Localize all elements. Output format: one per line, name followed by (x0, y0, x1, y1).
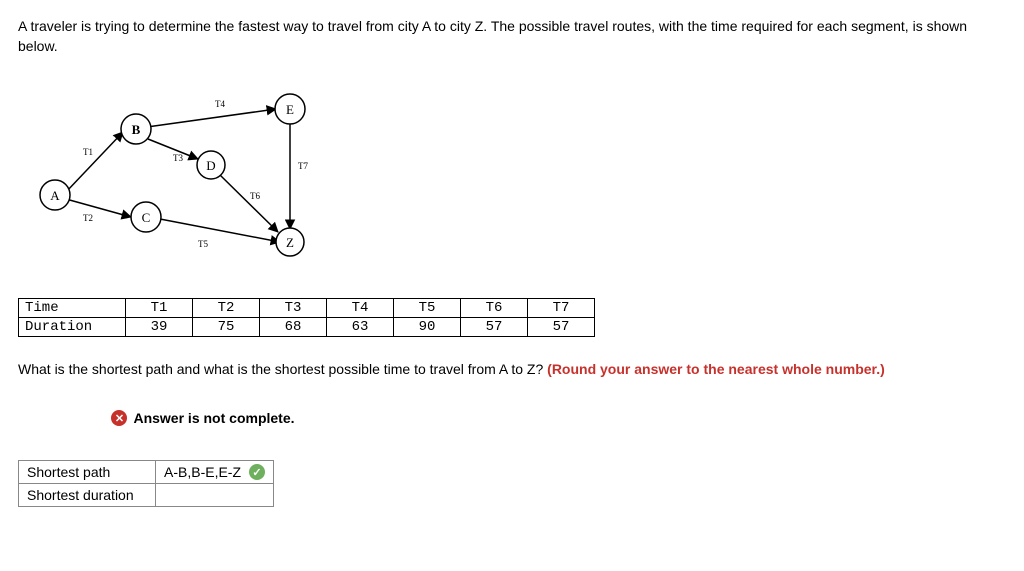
table-row: Shortest path A-B,B-E,E-Z ✓ (19, 461, 274, 484)
feedback-text: Answer is not complete. (133, 410, 294, 426)
rounding-hint: (Round your answer to the nearest whole … (547, 361, 885, 377)
svg-text:T7: T7 (298, 161, 308, 171)
duration-table: Time T1 T2 T3 T4 T5 T6 T7 Duration 39 75… (18, 298, 595, 337)
svg-text:T1: T1 (83, 147, 93, 157)
table-row: Time T1 T2 T3 T4 T5 T6 T7 (19, 298, 595, 317)
svg-text:A: A (50, 188, 60, 203)
shortest-path-cell[interactable]: A-B,B-E,E-Z ✓ (156, 461, 274, 484)
duration-row-label: Duration (19, 317, 126, 336)
shortest-path-label: Shortest path (19, 461, 156, 484)
shortest-path-value: A-B,B-E,E-Z (164, 464, 241, 480)
error-icon: ✕ (111, 410, 127, 426)
question-2-text: What is the shortest path and what is th… (18, 361, 547, 377)
shortest-duration-label: Shortest duration (19, 484, 156, 507)
svg-text:T3: T3 (173, 153, 183, 163)
svg-text:D: D (206, 158, 215, 173)
table-row: Duration 39 75 68 63 90 57 57 (19, 317, 595, 336)
shortest-duration-cell[interactable] (156, 484, 274, 507)
route-graph: A B C D E Z T1 T2 T3 T4 T5 T6 T7 (28, 87, 1006, 270)
svg-text:B: B (132, 122, 141, 137)
feedback-bar: ✕ Answer is not complete. (18, 403, 388, 433)
svg-text:Z: Z (286, 235, 294, 250)
check-icon: ✓ (249, 464, 265, 480)
svg-text:T5: T5 (198, 239, 208, 249)
svg-text:T6: T6 (250, 191, 260, 201)
question-2: What is the shortest path and what is th… (18, 359, 1006, 379)
svg-text:C: C (142, 210, 151, 225)
svg-text:T4: T4 (215, 99, 225, 109)
question-text: A traveler is trying to determine the fa… (18, 16, 1006, 57)
table-row: Shortest duration (19, 484, 274, 507)
time-row-label: Time (19, 298, 126, 317)
svg-text:T2: T2 (83, 213, 93, 223)
svg-text:E: E (286, 102, 294, 117)
answer-table: Shortest path A-B,B-E,E-Z ✓ Shortest dur… (18, 460, 274, 507)
